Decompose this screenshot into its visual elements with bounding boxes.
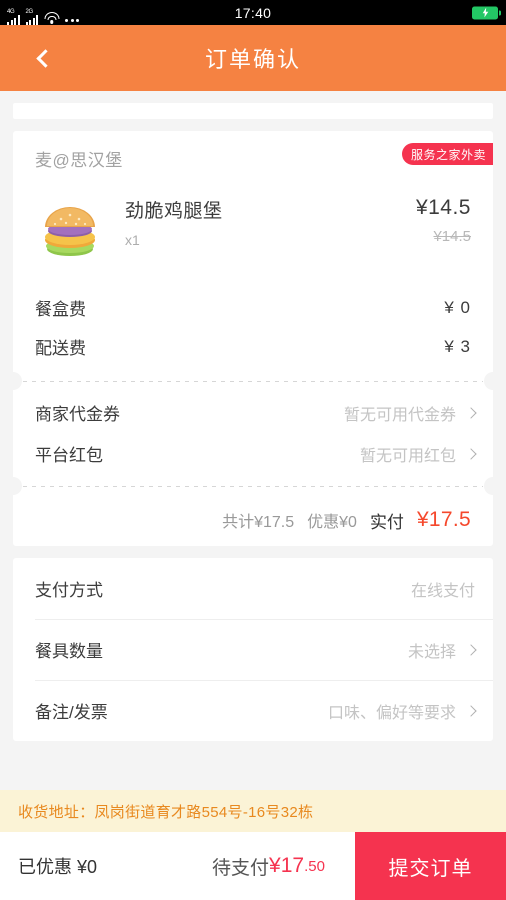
burger-image xyxy=(41,203,99,259)
amount-due-label: 待支付 xyxy=(212,857,270,879)
option-value: 在线支付 xyxy=(410,582,475,600)
item-name: 劲脆鸡腿堡 xyxy=(125,201,223,222)
option-row-tableware[interactable]: 餐具数量 未选择 xyxy=(13,619,493,680)
fees-block: 餐盒费 ¥ 0 配送费 ¥ 3 xyxy=(13,282,493,374)
fee-value: ¥ 3 xyxy=(444,336,471,356)
shop-name: 麦@思汉堡 xyxy=(35,151,123,170)
option-value: 口味、偏好等要求 xyxy=(327,704,456,722)
coupon-label: 平台红包 xyxy=(35,446,103,465)
total-discount: 优惠¥0 xyxy=(307,514,357,531)
options-card: 支付方式 在线支付 餐具数量 未选择 备注/发票 口味、偏好等要求 xyxy=(13,558,493,741)
dashed-divider xyxy=(4,372,502,390)
fee-row-box: 餐盒费 ¥ 0 xyxy=(13,288,493,327)
option-value: 未选择 xyxy=(407,643,456,661)
total-subtotal: 共计¥17.5 xyxy=(222,514,295,531)
coupon-label: 商家代金券 xyxy=(35,405,120,424)
item-quantity: x1 xyxy=(125,232,140,248)
fee-row-delivery: 配送费 ¥ 3 xyxy=(13,327,493,366)
coupon-block: 商家代金券 暂无可用代金券 平台红包 暂无可用红包 xyxy=(13,389,493,479)
amount-due-cents: .50 xyxy=(304,857,325,875)
option-row-remark[interactable]: 备注/发票 口味、偏好等要求 xyxy=(13,680,493,741)
submit-order-button[interactable]: 提交订单 xyxy=(355,832,506,900)
chevron-right-icon xyxy=(465,406,477,419)
page-header: 订单确认 xyxy=(0,25,506,91)
option-label: 餐具数量 xyxy=(35,642,103,661)
fee-value: ¥ 0 xyxy=(444,297,471,317)
item-price-group: ¥14.5 ¥14.5 xyxy=(416,192,471,245)
applied-discount-label: 已优惠 ¥0 xyxy=(18,857,98,877)
shop-badge: 服务之家外卖 xyxy=(401,143,493,165)
lightning-bolt-icon xyxy=(482,7,488,18)
delivery-address-bar[interactable]: 收货地址：凤岗街道育才路554号-16号32栋 xyxy=(0,790,506,832)
coupon-value: 暂无可用红包 xyxy=(359,447,456,465)
option-row-payment[interactable]: 支付方式 在线支付 xyxy=(13,558,493,619)
shop-row[interactable]: 麦@思汉堡 服务之家外卖 xyxy=(13,131,493,186)
option-label: 支付方式 xyxy=(35,581,103,600)
delivery-address-text: 收货地址：凤岗街道育才路554号-16号32栋 xyxy=(18,803,314,821)
total-actual-label: 实付 xyxy=(369,512,404,532)
address-card-partial[interactable] xyxy=(13,103,493,119)
status-bar-right xyxy=(472,6,501,19)
coupon-row-merchant[interactable]: 商家代金券 暂无可用代金券 xyxy=(13,392,493,433)
item-price: ¥14.5 xyxy=(415,196,471,219)
bottom-action-bar: 已优惠 ¥0 待支付 ¥17 .50 提交订单 xyxy=(0,832,506,900)
order-item-row: 劲脆鸡腿堡 x1 ¥14.5 ¥14.5 xyxy=(13,186,493,282)
item-info: 劲脆鸡腿堡 x1 xyxy=(105,192,416,248)
fee-label: 餐盒费 xyxy=(35,300,86,319)
order-total-row: 共计¥17.5 优惠¥0 实付 ¥17.5 xyxy=(13,494,493,546)
chevron-right-icon xyxy=(465,447,477,460)
amount-due-value: ¥17 xyxy=(269,854,305,877)
amount-due-group: 待支付 ¥17 .50 xyxy=(190,832,355,900)
battery-charging-icon xyxy=(472,6,501,19)
coupon-value: 暂无可用代金券 xyxy=(343,406,456,424)
back-button[interactable] xyxy=(26,41,60,75)
item-thumbnail xyxy=(35,200,105,262)
order-card: 麦@思汉堡 服务之家外卖 劲脆鸡腿堡 x1 ¥14.5 ¥14.5 餐盒费 ¥ … xyxy=(4,131,502,546)
dashed-divider xyxy=(4,477,502,495)
status-bar-clock: 17:40 xyxy=(234,4,272,21)
fee-label: 配送费 xyxy=(35,339,86,358)
app-screen: 4G 2G 17:40 订单确认 麦@思汉堡 服务之家外卖 劲脆鸡腿堡 x1 ¥… xyxy=(0,0,506,900)
scroll-content: 麦@思汉堡 服务之家外卖 劲脆鸡腿堡 x1 ¥14.5 ¥14.5 餐盒费 ¥ … xyxy=(0,91,506,780)
total-actual-amount: ¥17.5 xyxy=(416,508,471,531)
page-title: 订单确认 xyxy=(204,47,301,72)
status-bar: 4G 2G 17:40 xyxy=(0,0,506,25)
chevron-left-icon xyxy=(35,48,55,68)
coupon-row-platform[interactable]: 平台红包 暂无可用红包 xyxy=(13,433,493,474)
item-original-price: ¥14.5 xyxy=(433,228,471,245)
chevron-right-icon xyxy=(465,643,477,656)
option-label: 备注/发票 xyxy=(35,703,108,722)
chevron-right-icon xyxy=(465,704,477,717)
